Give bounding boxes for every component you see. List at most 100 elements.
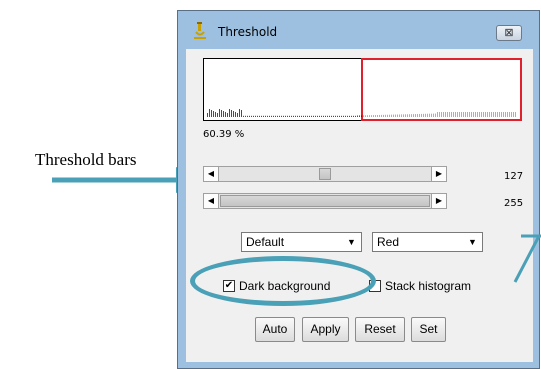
upper-threshold-value: 255 <box>504 198 524 209</box>
lower-threshold-value: 127 <box>504 171 524 182</box>
histogram-bar <box>229 109 230 117</box>
set-button[interactable]: Set <box>411 317 446 342</box>
threshold-window: Threshold ⊠ 60.39 % ◀ ▶ 127 ◀ ▶ 255 Defa… <box>177 10 540 369</box>
slider-right-arrow-icon[interactable]: ▶ <box>431 166 447 182</box>
histogram-bar <box>515 112 516 117</box>
histogram-bar <box>453 112 454 117</box>
histogram-bar <box>271 115 272 117</box>
histogram-bar <box>255 115 256 117</box>
histogram-bar <box>407 114 408 117</box>
auto-button[interactable]: Auto <box>255 317 295 342</box>
histogram-bar <box>239 109 240 117</box>
histogram-bar <box>497 112 498 117</box>
histogram-bar <box>213 111 214 117</box>
window-content: 60.39 % ◀ ▶ 127 ◀ ▶ 255 Default ▼ Red ▼ … <box>186 49 533 362</box>
histogram-bar <box>327 115 328 117</box>
histogram-bar <box>403 114 404 117</box>
histogram-bar <box>369 115 370 117</box>
apply-button[interactable]: Apply <box>302 317 349 342</box>
histogram-bar <box>289 115 290 117</box>
histogram-bar <box>305 115 306 117</box>
histogram-bar <box>391 114 392 117</box>
close-button[interactable]: ⊠ <box>496 25 522 41</box>
reset-button[interactable]: Reset <box>355 317 405 342</box>
histogram-bar <box>371 115 372 117</box>
histogram-bar <box>483 112 484 117</box>
histogram-bar <box>353 115 354 117</box>
histogram-bar <box>281 115 282 117</box>
histogram-bar <box>511 112 512 117</box>
lower-threshold-slider[interactable]: ◀ ▶ <box>203 166 447 182</box>
histogram-bar <box>389 114 390 117</box>
histogram-bar <box>323 115 324 117</box>
close-icon: ⊠ <box>504 27 514 39</box>
histogram-bar <box>469 112 470 117</box>
histogram-bar <box>359 115 360 117</box>
display-mode-dropdown-value: Red <box>377 235 400 249</box>
slider-thumb[interactable] <box>319 168 331 180</box>
histogram-bar <box>429 113 430 117</box>
histogram-bar <box>275 115 276 117</box>
histogram-bar <box>299 115 300 117</box>
histogram-bar <box>297 115 298 117</box>
title-bar[interactable]: Threshold ⊠ <box>178 11 539 49</box>
histogram-bar <box>225 112 226 117</box>
histogram-bar <box>409 114 410 117</box>
chevron-down-icon[interactable]: ▼ <box>344 235 359 249</box>
histogram-bar <box>215 112 216 117</box>
histogram-bar <box>291 115 292 117</box>
histogram-bar <box>287 115 288 117</box>
histogram-bar <box>311 115 312 117</box>
histogram-bar <box>285 115 286 117</box>
histogram-bar <box>415 114 416 117</box>
histogram-bar <box>405 114 406 117</box>
display-mode-dropdown[interactable]: Red ▼ <box>372 232 483 252</box>
histogram-bar <box>421 113 422 117</box>
slider-thumb[interactable] <box>220 195 430 207</box>
histogram-bar <box>365 115 366 117</box>
slider-right-arrow-icon[interactable]: ▶ <box>431 193 447 209</box>
upper-threshold-slider[interactable]: ◀ ▶ <box>203 193 447 209</box>
histogram-bar <box>235 112 236 117</box>
slider-left-arrow-icon[interactable]: ◀ <box>203 166 219 182</box>
histogram-bar <box>375 115 376 117</box>
histogram-bar <box>457 112 458 117</box>
slider-left-arrow-icon[interactable]: ◀ <box>203 193 219 209</box>
histogram-bar <box>503 112 504 117</box>
percent-readout: 60.39 % <box>203 129 245 140</box>
method-dropdown[interactable]: Default ▼ <box>241 232 362 252</box>
histogram-bar <box>341 115 342 117</box>
histogram-bar <box>449 112 450 117</box>
histogram-bar <box>481 112 482 117</box>
histogram-bar <box>237 113 238 117</box>
histogram-bar <box>227 113 228 117</box>
histogram-bar <box>295 115 296 117</box>
histogram-bar <box>479 112 480 117</box>
histogram-bar <box>241 110 242 117</box>
annotation-highlight-ellipse <box>190 256 376 306</box>
histogram-bar <box>459 112 460 117</box>
histogram-bar <box>501 112 502 117</box>
histogram-bar <box>433 113 434 117</box>
stack-histogram-label[interactable]: Stack histogram <box>385 279 471 293</box>
chevron-down-icon[interactable]: ▼ <box>465 235 480 249</box>
histogram-bar <box>337 115 338 117</box>
histogram-bar <box>443 112 444 117</box>
histogram-bar <box>461 112 462 117</box>
histogram-bar <box>245 115 246 117</box>
histogram-bar <box>339 115 340 117</box>
histogram-bar <box>383 114 384 117</box>
microscope-icon <box>194 22 206 39</box>
histogram-bar <box>423 113 424 117</box>
histogram-bar <box>361 115 362 117</box>
histogram-bar <box>373 115 374 117</box>
histogram-bar <box>217 113 218 117</box>
histogram-bar <box>317 115 318 117</box>
histogram-bar <box>263 115 264 117</box>
histogram-bar <box>477 112 478 117</box>
histogram-bar <box>347 115 348 117</box>
histogram-bar <box>455 112 456 117</box>
histogram-bar <box>307 115 308 117</box>
method-dropdown-value: Default <box>246 235 285 249</box>
histogram-bar <box>315 115 316 117</box>
